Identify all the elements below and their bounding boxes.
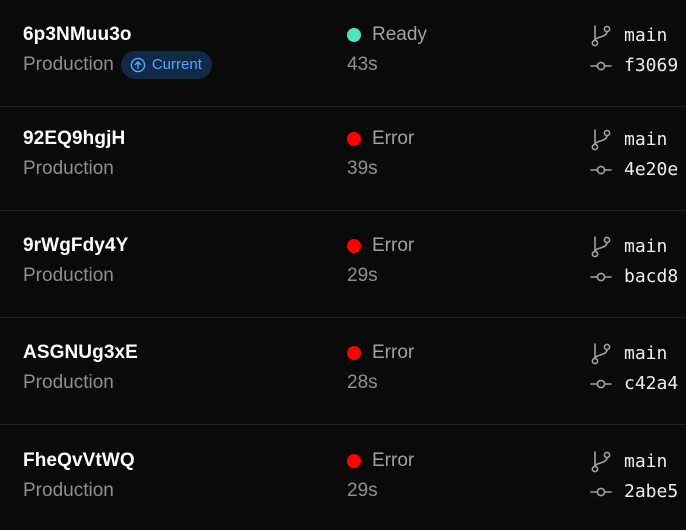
git-info: main 2abe5 bbox=[590, 448, 686, 505]
branch-name[interactable]: main bbox=[624, 25, 667, 46]
deployment-id[interactable]: FheQvVtWQ bbox=[23, 448, 135, 474]
git-branch-icon bbox=[591, 342, 611, 364]
status-dot bbox=[347, 346, 361, 360]
environment-label: Production bbox=[23, 158, 114, 179]
git-branch-icon bbox=[591, 450, 611, 472]
deployments-list: 6p3NMuu3o Production Current Ready 43s m… bbox=[0, 0, 686, 530]
branch-name[interactable]: main bbox=[624, 451, 667, 472]
branch-name[interactable]: main bbox=[624, 236, 667, 257]
environment-label: Production bbox=[23, 265, 114, 286]
git-commit-icon bbox=[590, 487, 612, 496]
status-label: Error bbox=[372, 128, 415, 149]
environment-label: Production bbox=[23, 54, 114, 75]
deployment-info: 92EQ9hgjH Production bbox=[23, 126, 125, 183]
deployment-id[interactable]: 92EQ9hgjH bbox=[23, 126, 125, 152]
deployment-id[interactable]: 6p3NMuu3o bbox=[23, 22, 212, 48]
deployment-row[interactable]: 92EQ9hgjH Production Error 39s main 4e20… bbox=[0, 104, 686, 211]
git-info: main c42a4 bbox=[590, 340, 686, 397]
commit-hash[interactable]: bacd8 bbox=[624, 266, 678, 287]
deployment-id[interactable]: ASGNUg3xE bbox=[23, 340, 138, 366]
git-commit-icon bbox=[590, 165, 612, 174]
build-duration: 29s bbox=[347, 480, 378, 501]
git-branch-icon bbox=[591, 128, 611, 150]
status-dot bbox=[347, 239, 361, 253]
git-info: main bacd8 bbox=[590, 233, 686, 290]
deployment-row[interactable]: 9rWgFdy4Y Production Error 29s main bacd… bbox=[0, 211, 686, 318]
deployment-status: Error 39s bbox=[347, 126, 414, 183]
status-label: Ready bbox=[372, 24, 427, 45]
status-dot bbox=[347, 28, 361, 42]
deployment-row[interactable]: ASGNUg3xE Production Error 28s main c42a… bbox=[0, 318, 686, 425]
deployment-status: Error 28s bbox=[347, 340, 414, 397]
deployment-status: Error 29s bbox=[347, 448, 414, 505]
commit-hash[interactable]: 4e20e bbox=[624, 159, 678, 180]
deployment-status: Ready 43s bbox=[347, 22, 427, 79]
status-dot bbox=[347, 454, 361, 468]
environment-label: Production bbox=[23, 480, 114, 501]
branch-name[interactable]: main bbox=[624, 129, 667, 150]
commit-hash[interactable]: c42a4 bbox=[624, 373, 678, 394]
git-info: main 4e20e bbox=[590, 126, 686, 183]
deployment-row[interactable]: 6p3NMuu3o Production Current Ready 43s m… bbox=[0, 0, 686, 107]
arrow-up-circle-icon bbox=[130, 57, 146, 73]
deployment-row[interactable]: FheQvVtWQ Production Error 29s main 2abe… bbox=[0, 426, 686, 530]
commit-hash[interactable]: f3069 bbox=[624, 55, 678, 76]
git-branch-icon bbox=[591, 235, 611, 257]
status-label: Error bbox=[372, 450, 415, 471]
git-branch-icon bbox=[591, 24, 611, 46]
build-duration: 28s bbox=[347, 372, 378, 393]
git-commit-icon bbox=[590, 379, 612, 388]
deployment-info: 6p3NMuu3o Production Current bbox=[23, 22, 212, 79]
deployment-id[interactable]: 9rWgFdy4Y bbox=[23, 233, 128, 259]
git-commit-icon bbox=[590, 61, 612, 70]
deployment-status: Error 29s bbox=[347, 233, 414, 290]
current-badge-label: Current bbox=[151, 56, 202, 73]
git-info: main f3069 bbox=[590, 22, 686, 79]
commit-hash[interactable]: 2abe5 bbox=[624, 481, 678, 502]
branch-name[interactable]: main bbox=[624, 343, 667, 364]
deployment-info: 9rWgFdy4Y Production bbox=[23, 233, 128, 290]
status-label: Error bbox=[372, 342, 415, 363]
status-dot bbox=[347, 132, 361, 146]
build-duration: 43s bbox=[347, 54, 378, 75]
current-badge: Current bbox=[120, 51, 212, 79]
status-label: Error bbox=[372, 235, 415, 256]
git-commit-icon bbox=[590, 272, 612, 281]
deployment-info: FheQvVtWQ Production bbox=[23, 448, 135, 505]
environment-label: Production bbox=[23, 372, 114, 393]
build-duration: 29s bbox=[347, 265, 378, 286]
deployment-info: ASGNUg3xE Production bbox=[23, 340, 138, 397]
build-duration: 39s bbox=[347, 158, 378, 179]
